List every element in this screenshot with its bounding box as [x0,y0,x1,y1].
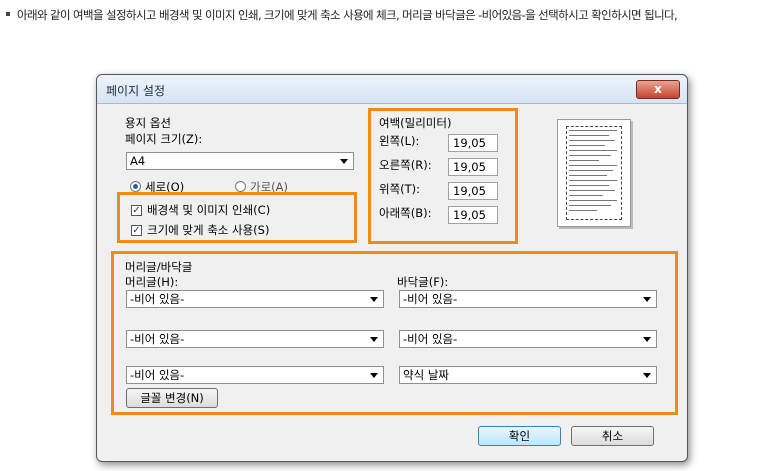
bullet-icon [6,11,10,16]
preview-line [569,160,599,161]
preview-line [569,140,615,141]
chevron-down-icon [340,159,348,164]
dialog-title: 페이지 설정 [106,84,166,98]
ok-button[interactable]: 확인 [478,426,561,446]
page-size-select[interactable]: A4 [126,152,354,170]
cancel-button[interactable]: 취소 [571,426,654,446]
preview-line [569,200,617,201]
instruction-body: 아래와 같이 여백을 설정하시고 배경색 및 이미지 인쇄, 크기에 맞게 축소… [17,8,678,22]
preview-line [569,170,613,171]
landscape-radio[interactable] [235,181,246,192]
preview-line [569,130,617,131]
dialog-titlebar: 페이지 설정 x [97,75,687,104]
highlight-checkboxes [117,192,357,243]
close-button[interactable]: x [636,80,680,99]
preview-line [569,165,617,166]
page-size-value: A4 [130,154,146,168]
highlight-margins [368,108,518,244]
highlight-header-footer [111,251,678,415]
preview-line [569,155,611,156]
paper-options-label: 용지 옵션 [125,116,171,130]
portrait-radio[interactable] [130,181,141,192]
preview-line [569,185,609,186]
page-preview [557,119,631,227]
preview-line [569,175,607,176]
preview-line [569,180,617,181]
instruction-text: 아래와 같이 여백을 설정하시고 배경색 및 이미지 인쇄, 크기에 맞게 축소… [6,4,764,27]
preview-line [569,195,603,196]
preview-line [569,210,597,211]
preview-line [569,145,605,146]
page-size-label: 페이지 크기(Z): [125,132,203,146]
preview-line [569,135,609,136]
preview-line [569,150,617,151]
preview-line [569,205,611,206]
close-icon: x [654,82,662,96]
preview-line [569,190,615,191]
